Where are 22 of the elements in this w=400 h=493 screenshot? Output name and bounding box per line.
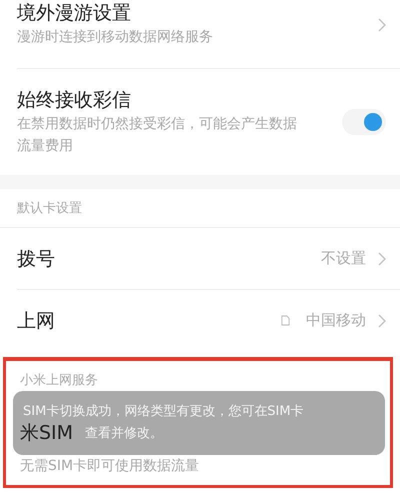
settings-row[interactable]: 始终接收彩信 在禁用数据时仍然接受彩信，可能会产生数据流量费用: [17, 69, 400, 165]
chevron-right-icon: [378, 314, 386, 328]
toast-text: 查看并修改。: [85, 425, 163, 443]
section-header: 小米上网服务: [19, 372, 99, 389]
row-title: 上网: [17, 308, 56, 334]
chevron-right-icon: [378, 252, 386, 266]
row-subtitle: 漫游时连接到移动数据网络服务: [17, 28, 214, 47]
row-value: 不设置: [321, 249, 366, 268]
row-title: 始终接收彩信: [17, 88, 132, 113]
toggle-switch[interactable]: [342, 109, 386, 135]
row-title: 拨号: [17, 246, 56, 272]
chevron-right-icon: [378, 18, 386, 32]
row-value: 中国移动: [306, 311, 366, 330]
row-subtitle: 在禁用数据时仍然接受彩信，可能会产生数据流量费用: [17, 115, 297, 156]
toast-text: SIM卡切换成功，网络类型有更改，您可在SIM卡: [23, 403, 304, 421]
settings-row[interactable]: 上网 中国移动: [17, 290, 400, 351]
row-title: 境外漫游设置: [17, 1, 132, 26]
row-subtitle: 无需SIM卡即可使用数据流量: [20, 457, 200, 476]
row-title: 米SIM: [20, 422, 74, 444]
settings-row[interactable]: 境外漫游设置 漫游时连接到移动数据网络服务: [17, 0, 400, 69]
section-header: 默认卡设置: [0, 189, 400, 228]
settings-row[interactable]: 拨号 不设置: [17, 228, 400, 290]
